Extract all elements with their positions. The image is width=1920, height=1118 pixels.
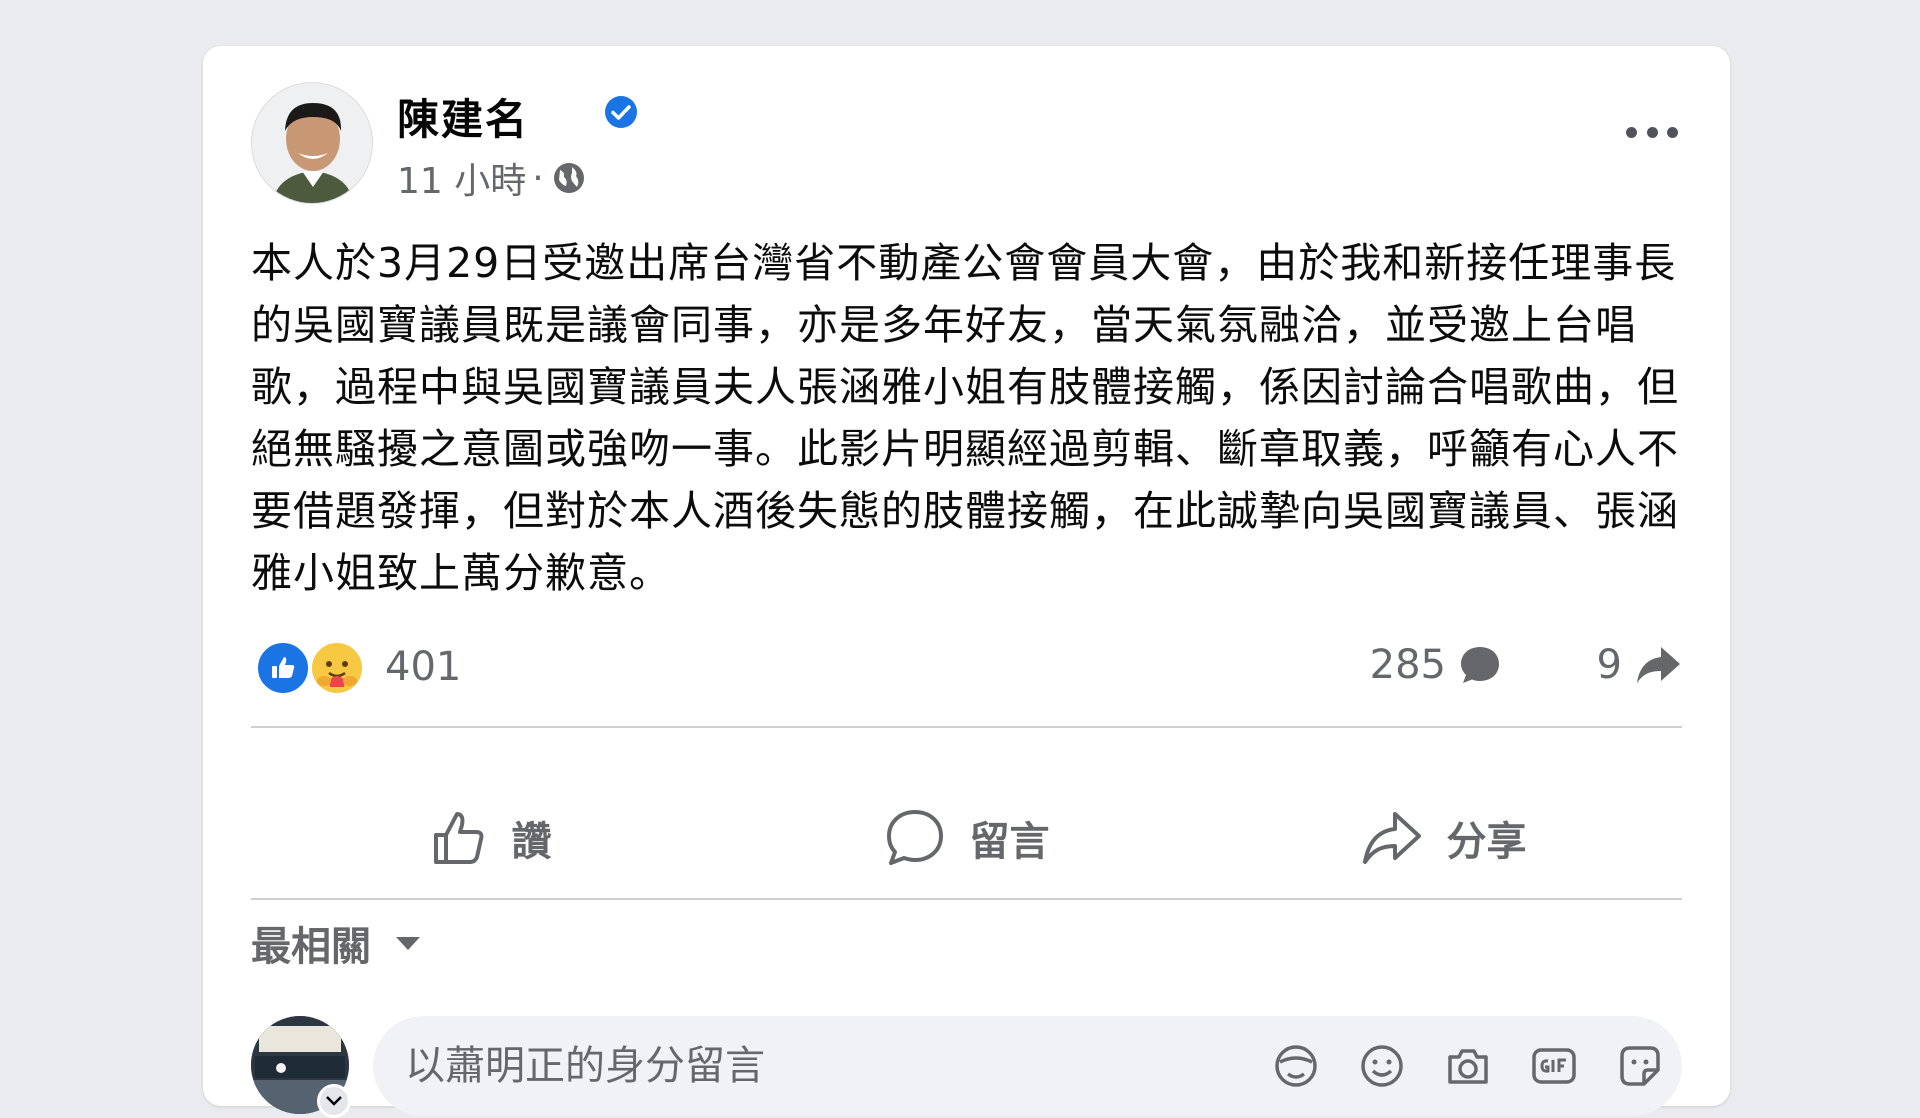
thumbs-up-icon bbox=[433, 812, 483, 864]
like-button-label: 讚 bbox=[511, 819, 552, 865]
caret-down-icon bbox=[396, 937, 420, 950]
post-meta: 11 小時 · bbox=[397, 152, 588, 204]
author-avatar[interactable] bbox=[251, 82, 373, 204]
comment-count-value: 285 bbox=[1369, 642, 1446, 688]
post-body: 本人於3月29日受邀出席台灣省不動產公會會員大會，由於我和新接任理事長的吳國寶議… bbox=[251, 239, 1679, 597]
author-name[interactable]: 陳建名 bbox=[397, 86, 529, 147]
share-count-value: 9 bbox=[1596, 642, 1622, 688]
like-reaction-icon bbox=[255, 640, 311, 696]
comment-button-label: 留言 bbox=[969, 819, 1050, 865]
comment-button[interactable]: 留言 bbox=[728, 784, 1205, 892]
post-time[interactable]: 11 小時 bbox=[397, 152, 526, 204]
globe-icon[interactable] bbox=[550, 159, 588, 197]
share-arrow-icon bbox=[1637, 647, 1680, 683]
share-button[interactable]: 分享 bbox=[1205, 784, 1682, 892]
post-header: 陳建名 11 小時 · bbox=[251, 82, 1682, 208]
divider-top bbox=[251, 726, 1682, 728]
divider-bottom bbox=[251, 898, 1682, 900]
share-icon bbox=[1362, 812, 1421, 864]
comment-count[interactable]: 285 bbox=[1370, 642, 1502, 688]
share-count[interactable]: 9 bbox=[1597, 642, 1682, 688]
share-button-label: 分享 bbox=[1446, 819, 1527, 865]
gif-icon[interactable] bbox=[1530, 1042, 1578, 1090]
composer-tools bbox=[1234, 1042, 1664, 1090]
camera-icon[interactable] bbox=[1444, 1042, 1492, 1090]
verified-badge-icon bbox=[605, 96, 637, 128]
meta-separator: · bbox=[532, 157, 544, 199]
action-bar: 讚 留言 分享 bbox=[251, 784, 1682, 892]
avatar-sticker-icon[interactable] bbox=[1272, 1042, 1320, 1090]
comment-icon bbox=[886, 810, 943, 865]
post-card: 陳建名 11 小時 · 本人於3月29日受邀出席台灣省不動產公會會員大會，由於我… bbox=[203, 46, 1730, 1118]
reaction-icons[interactable] bbox=[255, 640, 367, 700]
like-button[interactable]: 讚 bbox=[251, 784, 728, 892]
emoji-icon[interactable] bbox=[1358, 1042, 1406, 1090]
comment-bubble-icon bbox=[1461, 647, 1499, 683]
sticker-icon[interactable] bbox=[1616, 1042, 1664, 1090]
sort-label: 最相關 bbox=[251, 924, 371, 970]
reaction-count[interactable]: 401 bbox=[385, 644, 461, 690]
more-options-icon[interactable] bbox=[1622, 112, 1682, 152]
care-reaction-icon bbox=[309, 640, 365, 696]
comment-composer bbox=[251, 1016, 1682, 1118]
reactions-row: 401 285 9 bbox=[251, 628, 1682, 700]
comment-sort-dropdown[interactable]: 最相關 bbox=[251, 914, 423, 972]
account-switch-icon[interactable] bbox=[317, 1084, 351, 1118]
